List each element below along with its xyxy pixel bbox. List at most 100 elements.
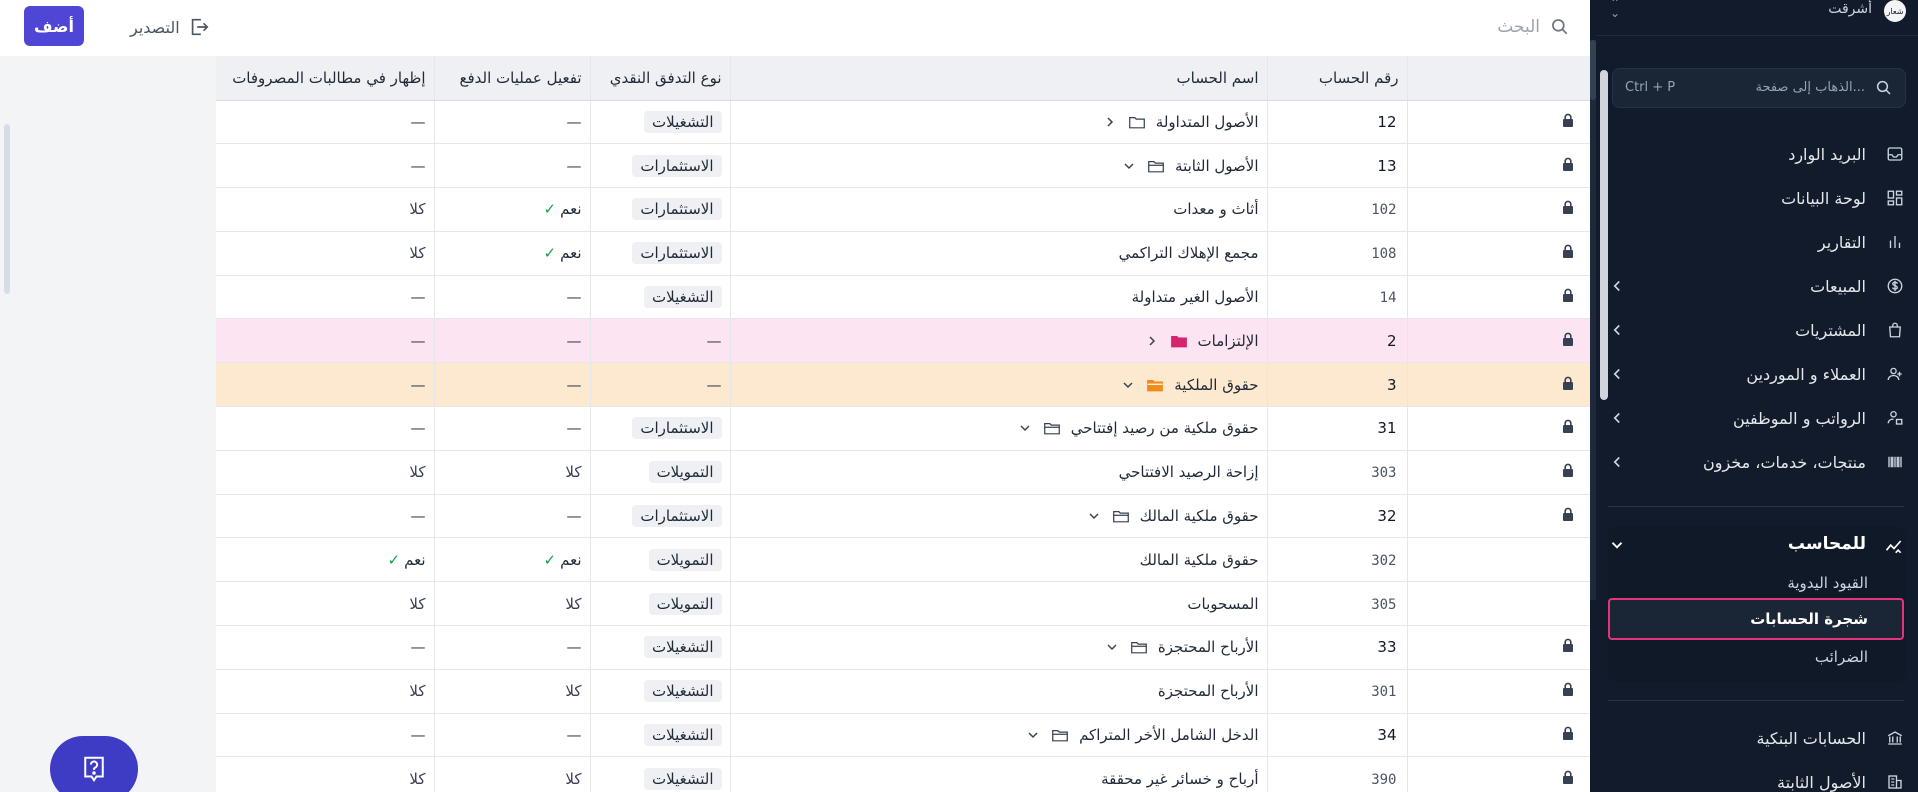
cell-account-name[interactable]: الأصول المتداولة <box>730 100 1268 145</box>
cell-cash-flow-type: — <box>590 318 731 364</box>
table-row[interactable]: — — التشغيلات الأصول الغير متداولة 14 <box>216 275 1590 320</box>
account-number: 301 <box>1371 684 1397 701</box>
cell-cash-flow-type: التشغيلات <box>590 100 731 145</box>
table-row[interactable]: — — التشغيلات الأصول المتداولة 12 <box>216 100 1590 145</box>
chevron-down-icon[interactable] <box>1086 508 1102 524</box>
cell-account-name[interactable]: مجمع الإهلاك التراكمي <box>730 231 1268 276</box>
dashboard-icon <box>1887 190 1903 206</box>
value-yes: نعم <box>560 200 582 219</box>
org-switcher[interactable]: شعار أشرقت ⌃ ⌄ <box>1596 0 1918 36</box>
chevron-down-icon[interactable] <box>1025 727 1041 743</box>
account-name: حقوق ملكية المالك <box>1139 507 1259 526</box>
cash-flow-badge: التمويلات <box>648 592 722 615</box>
table-row[interactable]: كلا نعم ✓ الاستثمارات أثاث و معدات 102 <box>216 187 1590 232</box>
cell-show-in-claims: — <box>216 143 435 189</box>
table-row[interactable]: — — الاستثمارات حقوق ملكية من رصيد إفتتاحي 3… <box>216 406 1590 451</box>
cell-account-name[interactable]: إزاحة الرصيد الافتتاحي <box>730 450 1268 495</box>
cell-value: — <box>566 375 582 394</box>
account-name: أثاث و معدات <box>1173 200 1259 219</box>
account-name: الأصول الغير متداولة <box>1131 288 1259 307</box>
sidebar-subitem-taxes[interactable]: الضرائب <box>1815 648 1868 666</box>
table-row[interactable]: — — الاستثمارات الأصول الثابتة 13 <box>216 143 1590 189</box>
cell-value: كلا <box>565 463 582 482</box>
sidebar-item-barcode[interactable]: منتجات، خدمات، مخزون <box>1596 442 1918 482</box>
chevron-down-icon[interactable] <box>1120 377 1136 393</box>
cell-value: — <box>566 156 582 175</box>
cell-value: كلا <box>409 769 426 788</box>
cell-cash-flow-type: الاستثمارات <box>590 187 731 232</box>
col-header-enable-payments[interactable]: تفعيل عمليات الدفع <box>434 56 591 101</box>
cash-flow-badge: التشغيلات <box>644 767 722 790</box>
cell-account-name[interactable]: الدخل الشامل الأخر المتراكم <box>730 713 1268 758</box>
cell-account-name[interactable]: حقوق ملكية المالك <box>730 494 1268 539</box>
check-icon: ✓ <box>543 200 557 219</box>
cell-account-name[interactable]: الأرباح المحتجزة <box>730 669 1268 714</box>
sidebar-item-payroll[interactable]: الرواتب و الموظفين <box>1596 398 1918 438</box>
lock-icon <box>1562 682 1573 697</box>
table-row[interactable]: كلا كلا التمويلات المسحوبات 305 <box>216 581 1590 627</box>
chevron-down-icon[interactable] <box>1121 158 1137 174</box>
help-button[interactable] <box>50 736 138 792</box>
cell-account-name[interactable]: حقوق ملكية من رصيد إفتتاحي <box>730 406 1268 451</box>
vertical-scrollbar[interactable] <box>1600 70 1608 400</box>
chevron-left-icon <box>1613 412 1620 424</box>
cash-flow-badge: الاستثمارات <box>632 417 722 440</box>
chevron-down-icon[interactable] <box>1017 420 1033 436</box>
table-row[interactable]: — — الاستثمارات حقوق ملكية المالك 32 <box>216 494 1590 539</box>
col-header-show-in-claims[interactable]: إظهار في مطالبات المصروفات <box>216 56 435 101</box>
cell-account-name[interactable]: الأصول الغير متداولة <box>730 275 1268 320</box>
sidebar-item-dollar[interactable]: المبيعات <box>1596 266 1918 306</box>
export-button[interactable]: التصدير <box>130 14 210 40</box>
sidebar-group-accountant[interactable]: للمحاسب <box>1596 526 1918 564</box>
page-search-input[interactable]: الذهاب إلى صفحة... Ctrl + P <box>1612 68 1906 108</box>
chevron-down-icon[interactable] <box>1104 639 1120 655</box>
table-row[interactable]: — — التشغيلات الأرباح المحتجزة 33 <box>216 625 1590 670</box>
cell-account-name[interactable]: حقوق ملكية المالك <box>730 537 1268 583</box>
table-row[interactable]: — — — حقوق الملكية 3 <box>216 362 1590 408</box>
col-header-account-number[interactable]: رقم الحساب <box>1267 56 1408 101</box>
chevron-right-icon[interactable] <box>1144 333 1160 349</box>
sidebar-item-shopping-bag[interactable]: المشتريات <box>1596 310 1918 350</box>
lock-icon <box>1562 376 1573 390</box>
cell-account-name[interactable]: المسحوبات <box>730 581 1268 627</box>
cell-account-name[interactable]: الأصول الثابتة <box>730 143 1268 189</box>
table-search-input[interactable]: البحث <box>1470 14 1570 40</box>
chevron-right-icon[interactable] <box>1102 114 1118 130</box>
sidebar-item-dashboard[interactable]: لوحة البيانات <box>1596 178 1918 218</box>
sidebar-item-users[interactable]: العملاء و الموردين <box>1596 354 1918 394</box>
cell-cash-flow-type: الاستثمارات <box>590 406 731 451</box>
sidebar-subitem-manual-entries[interactable]: القيود اليدوية <box>1787 574 1868 592</box>
sidebar-item-inbox[interactable]: البريد الوارد <box>1596 134 1918 174</box>
sidebar-subitem-chart-of-accounts[interactable]: شجرة الحسابات <box>1608 598 1904 640</box>
sidebar-item-bank-accounts[interactable]: الحسابات البنكية <box>1596 718 1918 758</box>
sidebar-scrollbar-thumb[interactable] <box>1590 40 1596 100</box>
sidebar-item-fixed-assets[interactable]: الأصول الثابتة <box>1596 762 1918 792</box>
col-header-account-name[interactable]: اسم الحساب <box>730 56 1268 101</box>
sidebar-item-reports[interactable]: التقارير <box>1596 222 1918 262</box>
check-icon: ✓ <box>543 550 557 569</box>
cell-value: كلا <box>409 200 426 219</box>
folder-open-icon <box>1052 730 1068 742</box>
table-row[interactable]: — — — الإلتزامات 2 <box>216 318 1590 364</box>
table-row[interactable]: — — التشغيلات الدخل الشامل الأخر المتراكم 34 <box>216 713 1590 758</box>
cell-account-name[interactable]: أرباح و خسائر غير محققة <box>730 756 1268 792</box>
cell-lock <box>1407 625 1590 670</box>
table-row[interactable]: كلا كلا التمويلات إزاحة الرصيد الافتتاحي 303 <box>216 450 1590 495</box>
table-row[interactable]: كلا نعم ✓ الاستثمارات مجمع الإهلاك التراكمي 1… <box>216 231 1590 276</box>
folder-open-icon <box>1043 423 1060 435</box>
horizontal-scroll-thumb[interactable] <box>4 124 10 294</box>
add-button[interactable]: أضف <box>24 6 84 46</box>
table-row[interactable]: كلا كلا التشغيلات أرباح و خسائر غير محققة 39… <box>216 756 1590 792</box>
table-row[interactable]: نعم ✓ نعم ✓ التمويلات حقوق ملكية المالك 302 <box>216 537 1590 583</box>
cell-cash-flow-type: — <box>590 362 731 408</box>
cell-account-name[interactable]: أثاث و معدات <box>730 187 1268 232</box>
cell-account-name[interactable]: حقوق الملكية <box>730 362 1268 408</box>
table-row[interactable]: كلا كلا التشغيلات الأرباح المحتجزة 301 <box>216 669 1590 714</box>
cell-enable-payments: — <box>434 318 591 364</box>
cell-lock <box>1407 187 1590 232</box>
cell-account-name[interactable]: الإلتزامات <box>730 318 1268 364</box>
col-header-cash-flow-type[interactable]: نوع التدفق النقدي <box>590 56 731 101</box>
cell-account-name[interactable]: الأرباح المحتجزة <box>730 625 1268 670</box>
cell-lock <box>1407 713 1590 758</box>
account-number: 390 <box>1371 771 1397 788</box>
